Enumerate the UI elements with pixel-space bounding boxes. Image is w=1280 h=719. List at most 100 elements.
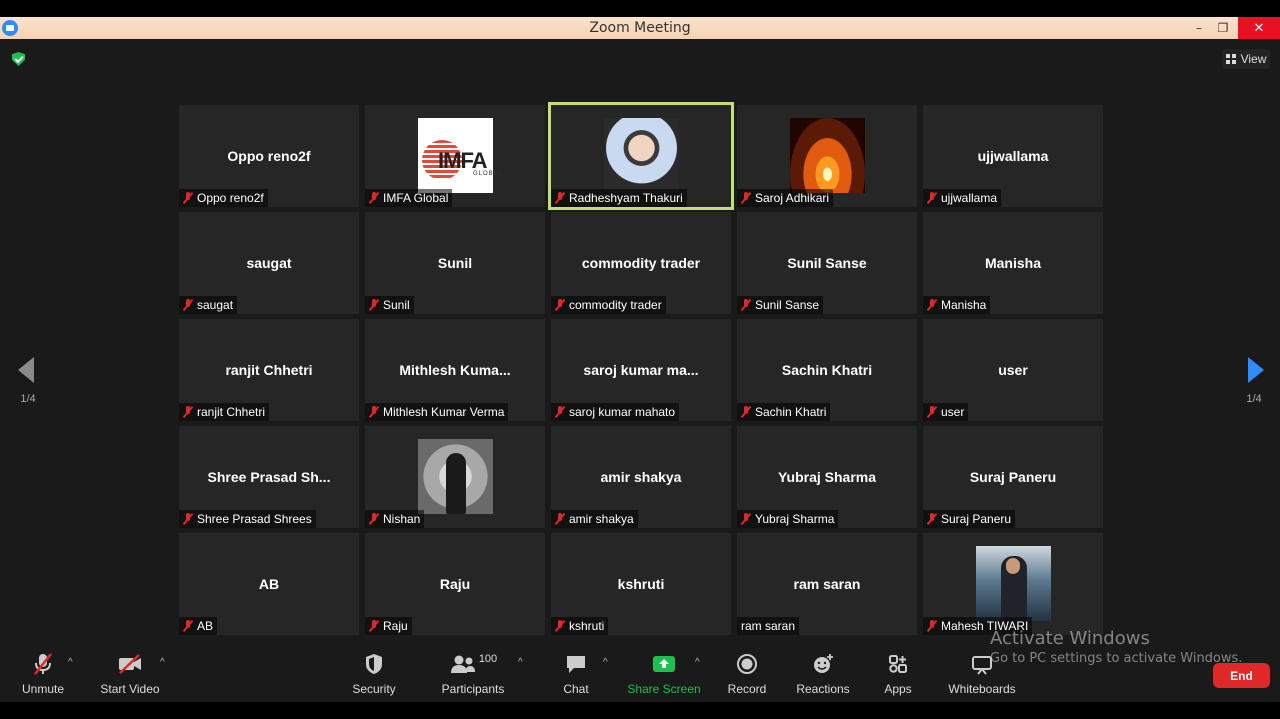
share-options-caret-icon[interactable]: ^ [695,657,700,668]
participant-tile[interactable]: user user [923,319,1103,421]
unmute-label: Unmute [21,682,65,696]
view-button[interactable]: View [1222,49,1270,69]
participant-tile[interactable]: Sunil Sunil [365,212,545,314]
participant-tile[interactable]: Raju Raju [365,533,545,635]
participant-tile[interactable]: Nishan [365,426,545,528]
muted-mic-icon [927,513,937,525]
mahesh-photo [976,546,1051,621]
participant-name: Sachin Khatri [755,405,827,419]
participant-tile[interactable]: Sunil Sanse Sunil Sanse [737,212,917,314]
previous-page-arrow-icon[interactable] [18,357,34,383]
top-black-bar [0,0,1280,17]
muted-mic-icon [183,299,193,311]
participant-name: Manisha [941,298,987,312]
participant-tile[interactable]: ujjwallama ujjwallama [923,105,1103,207]
watermark-subtitle: Go to PC settings to activate Windows. [990,651,1243,666]
participant-name: saugat [197,298,234,312]
participant-name: Saroj Adhikari [755,191,830,205]
apps-label: Apps [884,682,912,696]
muted-mic-icon [183,513,193,525]
chat-bubble-icon [565,649,587,679]
participant-name: Yubraj Sharma [755,512,835,526]
participant-name-label: saugat [179,296,238,314]
participant-display-name: saugat [246,255,292,271]
muted-mic-icon [183,192,193,204]
participant-display-name: ujjwallama [977,148,1049,164]
participant-tile[interactable]: Shree Prasad Sh... Shree Prasad Shrees [179,426,359,528]
participant-display-name: AB [258,576,280,592]
video-options-caret-icon[interactable]: ^ [160,657,165,668]
share-screen-button[interactable]: Share Screen [627,649,701,702]
participant-name-label: commodity trader [551,296,666,314]
smiley-plus-icon [811,649,835,679]
muted-mic-icon [183,620,193,632]
participant-name-label: ranjit Chhetri [179,403,270,421]
muted-mic-icon [927,406,937,418]
participant-tile[interactable]: ram saran ram saran [737,533,917,635]
participants-options-caret-icon[interactable]: ^ [518,657,523,668]
page-indicator-left: 1/4 [20,393,36,405]
participant-display-name: ranjit Chhetri [225,362,313,378]
watermark-title: Activate Windows [990,628,1150,649]
record-label: Record [727,682,767,696]
participant-tile[interactable]: Mithlesh Kuma... Mithlesh Kumar Verma [365,319,545,421]
participant-name: ujjwallama [941,191,998,205]
participant-name: Mithlesh Kumar Verma [383,405,505,419]
share-screen-icon [652,649,676,679]
audio-options-caret-icon[interactable]: ^ [68,657,73,668]
participant-tile[interactable]: ranjit Chhetri ranjit Chhetri [179,319,359,421]
participant-tile[interactable]: AB AB [179,533,359,635]
participant-tile[interactable]: kshruti kshruti [551,533,731,635]
participants-icon: 100 [449,649,497,679]
record-button[interactable]: Record [727,649,767,702]
participant-name: Suraj Paneru [941,512,1012,526]
chat-button[interactable]: Chat [558,649,594,702]
chat-options-caret-icon[interactable]: ^ [603,657,608,668]
muted-mic-icon [369,620,379,632]
muted-mic-icon [369,406,379,418]
participant-display-name: Sunil [437,255,473,271]
apps-button[interactable]: Apps [880,649,916,702]
next-page-arrow-icon[interactable] [1248,357,1264,383]
participants-count: 100 [478,653,498,665]
muted-mic-icon [369,513,379,525]
unmute-button[interactable]: Unmute [18,649,68,702]
participant-tile[interactable]: Saroj Adhikari [737,105,917,207]
participant-name: Oppo reno2f [197,191,264,205]
encryption-shield-icon[interactable] [12,52,25,66]
participants-button[interactable]: 100 Participants [440,649,506,702]
participant-tile[interactable]: Mahesh TIWARI [923,533,1103,635]
window-title: Zoom Meeting [589,20,691,36]
zoom-app-icon [2,20,18,36]
video-off-icon [117,649,143,679]
page-indicator-right: 1/4 [1246,393,1262,405]
participant-name-label: Radheshyam Thakuri [551,189,687,207]
security-button[interactable]: Security [348,649,400,702]
participant-tile[interactable]: commodity trader commodity trader [551,212,731,314]
restore-button[interactable]: ❐ [1207,17,1239,39]
participant-tile[interactable]: amir shakya amir shakya [551,426,731,528]
participant-tile[interactable]: Sachin Khatri Sachin Khatri [737,319,917,421]
muted-mic-icon [927,299,937,311]
participant-tile[interactable]: saugat saugat [179,212,359,314]
muted-mic-icon [555,299,565,311]
participant-tile[interactable]: Yubraj Sharma Yubraj Sharma [737,426,917,528]
start-video-button[interactable]: Start Video [100,649,160,702]
muted-mic-icon [555,620,565,632]
participant-tile[interactable]: Manisha Manisha [923,212,1103,314]
muted-mic-icon [555,406,565,418]
close-button[interactable]: ✕ [1238,17,1280,39]
participant-name: Nishan [383,512,421,526]
muted-mic-icon [369,192,379,204]
participant-name-label: saroj kumar mahato [551,403,680,421]
end-meeting-button[interactable]: End [1213,663,1270,688]
reactions-button[interactable]: Reactions [795,649,851,702]
participant-tile[interactable]: Radheshyam Thakuri [548,102,734,210]
participant-tile[interactable]: saroj kumar ma... saroj kumar mahato [551,319,731,421]
reactions-label: Reactions [796,682,850,696]
participant-tile[interactable]: IMFA GLOBAL IMFA Global [365,105,545,207]
participant-tile[interactable]: Oppo reno2f Oppo reno2f [179,105,359,207]
muted-mic-icon [741,299,751,311]
participant-tile[interactable]: Suraj Paneru Suraj Paneru [923,426,1103,528]
muted-mic-icon [741,192,751,204]
